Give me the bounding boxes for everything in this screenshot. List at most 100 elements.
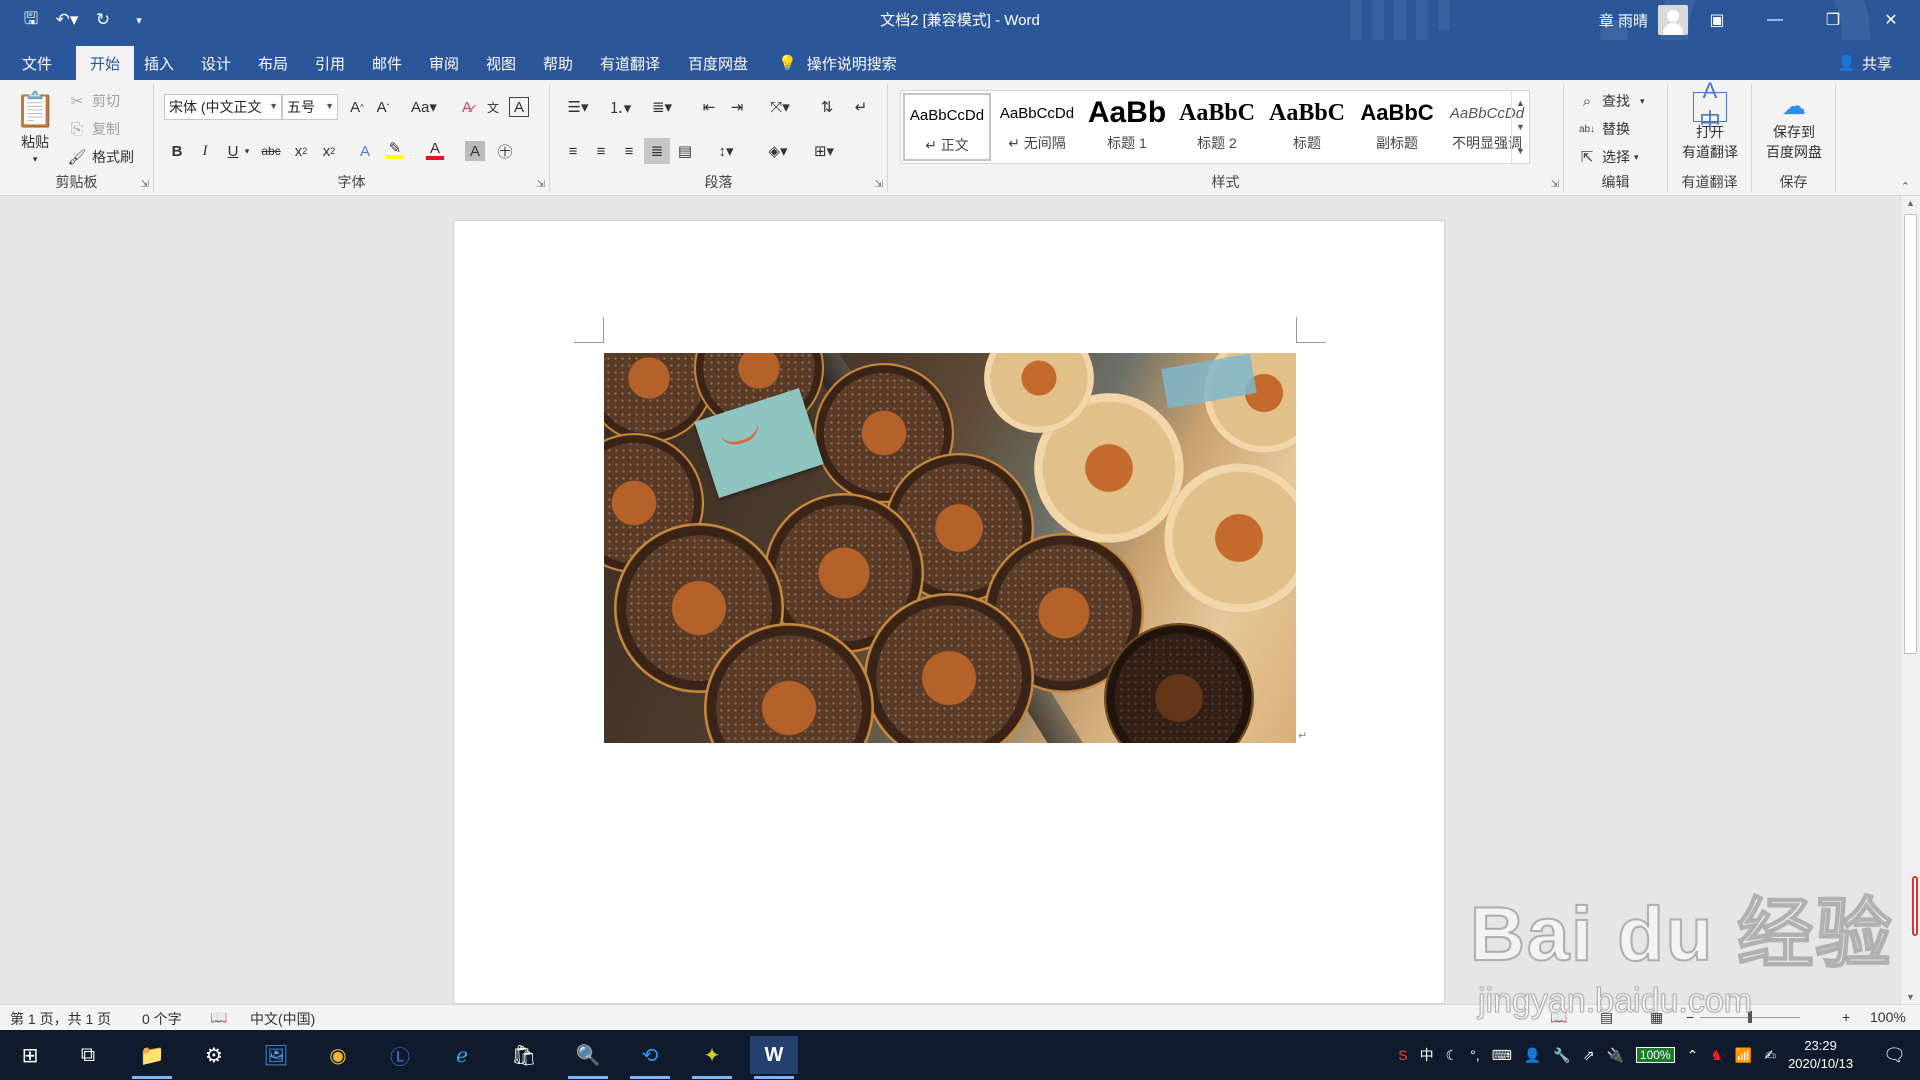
character-shading-icon[interactable]: A <box>465 141 485 161</box>
read-mode-icon[interactable]: 📖 <box>1550 1009 1567 1026</box>
bold-icon[interactable]: B <box>164 138 190 164</box>
chinese-layout-icon[interactable]: ⤧▾ <box>762 94 798 120</box>
file-explorer-icon[interactable]: 📁 <box>128 1036 176 1079</box>
tab-youdao[interactable]: 有道翻译 <box>586 46 674 80</box>
style-title[interactable]: AaBbC 标题 <box>1263 93 1351 161</box>
feishu-icon[interactable]: ⟲ <box>626 1036 674 1079</box>
text-effects-icon[interactable]: A <box>352 138 378 164</box>
chevron-down-icon[interactable]: ▼ <box>1516 122 1525 132</box>
customize-qat-icon[interactable]: ▾ <box>124 6 154 34</box>
justify-icon[interactable]: ≣ <box>644 138 670 164</box>
highlight-icon[interactable]: ✎ <box>382 138 408 164</box>
borders-icon[interactable]: ⊞▾ <box>806 138 842 164</box>
tab-help[interactable]: 帮助 <box>529 46 587 80</box>
dialog-launcher-icon[interactable]: ⇲ <box>875 179 883 190</box>
tab-baidu-pan[interactable]: 百度网盘 <box>674 46 762 80</box>
web-layout-icon[interactable]: ▦ <box>1650 1009 1663 1026</box>
format-painter-button[interactable]: 🖌 格式刷 <box>66 146 134 168</box>
donut-photo[interactable] <box>604 353 1296 743</box>
print-layout-icon[interactable]: ▤ <box>1600 1009 1613 1026</box>
tell-me-search[interactable]: 💡 操作说明搜索 <box>778 46 897 80</box>
line-spacing-icon[interactable]: ↕▾ <box>708 138 744 164</box>
change-case-icon[interactable]: Aa▾ <box>406 94 442 120</box>
numbering-icon[interactable]: ⒈▾ <box>602 94 638 120</box>
dialog-launcher-icon[interactable]: ⇲ <box>1551 179 1559 190</box>
scroll-thumb[interactable] <box>1904 214 1917 654</box>
select-button[interactable]: ⇱ 选择 ▾ <box>1576 146 1639 168</box>
align-center-icon[interactable]: ≡ <box>588 138 614 164</box>
wifi-icon[interactable]: 📶 <box>1735 1047 1752 1064</box>
punctuation-icon[interactable]: °, <box>1470 1047 1480 1063</box>
tab-home[interactable]: 开始 <box>76 46 135 80</box>
search-app-icon[interactable]: 🔍 <box>564 1036 612 1079</box>
ime-indicator[interactable]: 中 <box>1420 1045 1434 1065</box>
moon-icon[interactable]: ☾ <box>1446 1047 1459 1064</box>
tab-file[interactable]: 文件 <box>8 46 66 80</box>
tools-icon[interactable]: 🔧 <box>1553 1047 1570 1064</box>
zoom-level[interactable]: 100% <box>1870 1009 1906 1025</box>
save-to-baidu-button[interactable]: ☁ 保存到 百度网盘 <box>1760 92 1828 162</box>
replace-button[interactable]: ab↓ 替换 <box>1576 118 1630 140</box>
youdao-translate-button[interactable]: A中 打开 有道翻译 <box>1676 78 1744 162</box>
minimize-button[interactable]: — <box>1746 0 1804 40</box>
undo-icon[interactable]: ↶▾ <box>52 6 82 34</box>
enclose-characters-icon[interactable]: ㊉ <box>492 138 518 164</box>
chevron-up-icon[interactable]: ⌃ <box>1687 1047 1699 1064</box>
dialog-launcher-icon[interactable]: ⇲ <box>141 179 149 190</box>
scroll-up-icon[interactable]: ▲ <box>1901 198 1920 208</box>
word-taskbar-icon[interactable]: W <box>750 1036 798 1079</box>
ribbon-display-options-icon[interactable]: ▣ <box>1688 0 1746 40</box>
shading-icon[interactable]: ◈▾ <box>760 138 796 164</box>
distributed-icon[interactable]: ▤ <box>672 138 698 164</box>
align-right-icon[interactable]: ≡ <box>616 138 642 164</box>
zoom-out-icon[interactable]: − <box>1686 1009 1694 1025</box>
notifications-icon[interactable]: 🗨 <box>1883 1045 1906 1066</box>
restore-button[interactable]: ❐ <box>1804 0 1862 40</box>
language-indicator[interactable]: 中文(中国) <box>250 1009 315 1029</box>
store-icon[interactable]: 🛍 <box>500 1036 548 1074</box>
save-icon[interactable]: 🖫 <box>16 6 46 34</box>
tab-insert[interactable]: 插入 <box>130 46 188 80</box>
word-count[interactable]: 0 个字 <box>142 1009 182 1029</box>
italic-icon[interactable]: I <box>192 138 218 164</box>
find-button[interactable]: ⌕ 查找 ▾ <box>1576 90 1645 112</box>
sogou-icon[interactable]: S <box>1398 1047 1407 1063</box>
more-styles-icon[interactable]: ▼ <box>1516 146 1525 156</box>
dialog-launcher-icon[interactable]: ⇲ <box>537 179 545 190</box>
phonetic-guide-icon[interactable]: 文 <box>480 94 506 120</box>
align-left-icon[interactable]: ≡ <box>560 138 586 164</box>
font-color-icon[interactable]: A <box>422 138 448 164</box>
clear-formatting-icon[interactable]: A̷ <box>454 94 480 120</box>
increase-indent-icon[interactable]: ⇥ <box>724 94 750 120</box>
multilevel-list-icon[interactable]: ≣▾ <box>644 94 680 120</box>
redo-icon[interactable]: ↻ <box>88 6 118 34</box>
show-formatting-marks-icon[interactable]: ↵ <box>848 94 874 120</box>
l-app-icon[interactable]: Ⓛ <box>376 1036 424 1074</box>
tab-view[interactable]: 视图 <box>472 46 530 80</box>
chevron-up-icon[interactable]: ▲ <box>1516 98 1525 108</box>
vertical-scrollbar[interactable]: ▲ ▼ <box>1900 196 1920 1004</box>
chrome-icon[interactable]: ◉ <box>314 1036 362 1074</box>
tab-mailings[interactable]: 邮件 <box>358 46 416 80</box>
plug-icon[interactable]: 🔌 <box>1606 1047 1623 1064</box>
tab-review[interactable]: 审阅 <box>415 46 473 80</box>
zoom-slider[interactable] <box>1700 1011 1800 1023</box>
gallery-scroll[interactable]: ▲ ▼ ▼ <box>1511 91 1529 163</box>
media-icon[interactable]: ✦ <box>688 1036 736 1079</box>
paste-button[interactable]: 📋 粘贴 ▾ <box>14 90 56 165</box>
zoom-in-icon[interactable]: + <box>1842 1009 1850 1025</box>
scroll-down-icon[interactable]: ▼ <box>1901 992 1920 1002</box>
windows-start-icon[interactable]: ⊞ <box>6 1036 54 1074</box>
ie-browser-icon[interactable]: ℯ <box>438 1036 486 1074</box>
strikethrough-icon[interactable]: abc <box>258 138 284 164</box>
page-count[interactable]: 第 1 页，共 1 页 <box>10 1009 111 1029</box>
share-button[interactable]: 👤 共享 <box>1837 46 1892 80</box>
subscript-icon[interactable]: x2 <box>288 138 314 164</box>
tab-design[interactable]: 设计 <box>187 46 245 80</box>
pen-icon[interactable]: ✍ <box>1764 1047 1776 1064</box>
superscript-icon[interactable]: x2 <box>316 138 342 164</box>
bullets-icon[interactable]: ☰▾ <box>560 94 596 120</box>
user-icon[interactable]: 👤 <box>1524 1047 1541 1064</box>
proofing-icon[interactable]: 📖 <box>210 1009 227 1026</box>
tab-layout[interactable]: 布局 <box>244 46 302 80</box>
